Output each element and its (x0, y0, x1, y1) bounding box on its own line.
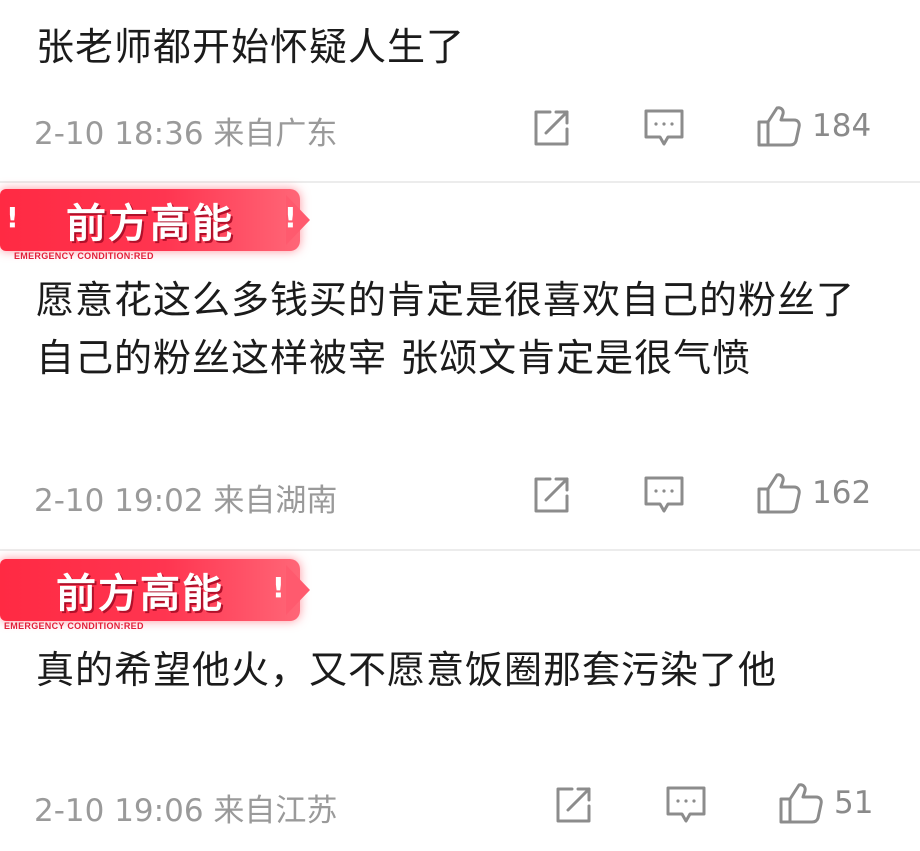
badge-subtitle: EMERGENCY CONDITION:RED (14, 251, 154, 261)
comment-meta: 2-10 18:36 来自广东 (34, 116, 338, 152)
like-button[interactable]: 162 (756, 471, 871, 515)
share-icon (534, 477, 569, 513)
badge-title: 前方高能 (56, 571, 224, 617)
comment-icon (644, 109, 684, 146)
comment-text: 真的希望他火，又不愿意饭圈那套污染了他 (36, 648, 778, 692)
badge-exclamation: ! (284, 201, 297, 234)
hot-comment-badge: 前方高能 ! EMERGENCY CONDITION:RED (0, 553, 330, 631)
thumbs-up-icon (757, 106, 801, 147)
comment-text: 张老师都开始怀疑人生了 (36, 25, 466, 69)
share-button[interactable] (530, 473, 572, 517)
badge-title: 前方高能 (66, 201, 234, 247)
share-icon (534, 110, 569, 146)
share-icon (556, 787, 591, 823)
badge-subtitle: EMERGENCY CONDITION:RED (4, 621, 144, 631)
comment-icon (644, 476, 684, 513)
comment-meta: 2-10 19:06 来自江苏 (34, 793, 338, 829)
thumbs-up-icon (757, 473, 801, 514)
badge-arrow (286, 565, 310, 615)
comment-button[interactable] (642, 106, 686, 150)
comment-button[interactable] (664, 783, 708, 827)
like-count: 51 (834, 785, 874, 821)
share-button[interactable] (530, 106, 572, 150)
badge-exclamation: ! (272, 571, 285, 604)
comment-button[interactable] (642, 473, 686, 517)
share-button[interactable] (552, 783, 594, 827)
like-button[interactable]: 184 (756, 104, 871, 148)
comment-icon (666, 786, 706, 823)
comment-text: 愿意花这么多钱买的肯定是很喜欢自己的粉丝了 自己的粉丝这样被宰 张颂文肯定是很气… (36, 278, 856, 380)
comment-meta: 2-10 19:02 来自湖南 (34, 483, 338, 519)
hot-comment-badge: ! 前方高能 ! EMERGENCY CONDITION:RED (0, 183, 330, 261)
thumbs-up-icon (779, 783, 823, 824)
badge-exclamation: ! (6, 201, 19, 234)
comment-item: 张老师都开始怀疑人生了 2-10 18:36 来自广东 184 (0, 0, 920, 180)
like-count: 162 (812, 475, 872, 511)
like-button[interactable]: 51 (778, 781, 873, 825)
like-count: 184 (812, 108, 872, 144)
comment-item: 前方高能 ! EMERGENCY CONDITION:RED 真的希望他火，又不… (0, 551, 920, 851)
comment-item: ! 前方高能 ! EMERGENCY CONDITION:RED 愿意花这么多钱… (0, 183, 920, 549)
